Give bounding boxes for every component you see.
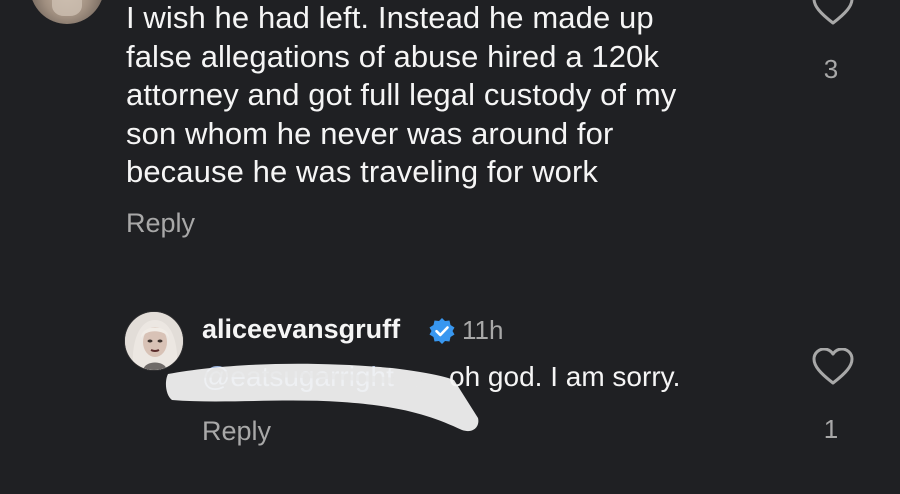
heart-outline-icon[interactable] <box>812 0 854 26</box>
reply-button[interactable]: Reply <box>126 208 195 239</box>
comment-thread: I wish he had left. Instead he made up f… <box>0 0 900 494</box>
comment-line: because he was traveling for work <box>126 154 598 189</box>
comment-line: son whom he never was around for <box>126 115 614 151</box>
avatar-photo-detail <box>52 0 82 16</box>
username-link[interactable]: aliceevansgruff <box>202 314 400 345</box>
comment-body: oh god. I am sorry. <box>449 361 681 392</box>
verified-badge-icon <box>429 318 455 344</box>
heart-outline-icon[interactable] <box>812 348 854 386</box>
mention-link[interactable]: @eatsugarright <box>202 361 394 393</box>
avatar[interactable] <box>124 311 184 371</box>
comment-body: I wish he had left. Instead he made up f… <box>126 0 786 192</box>
like-count: 3 <box>823 54 839 84</box>
reply-button[interactable]: Reply <box>202 416 271 447</box>
commenter-avatar[interactable] <box>30 0 104 24</box>
avatar-portrait <box>125 312 183 370</box>
comment-line: false allegations of abuse hired a 120k <box>126 38 659 74</box>
timestamp: 11h <box>462 315 504 345</box>
comment-line: I wish he had left. Instead he made up <box>126 0 654 35</box>
like-count: 1 <box>823 414 839 444</box>
comment-line: attorney and got full legal custody of m… <box>126 77 677 112</box>
